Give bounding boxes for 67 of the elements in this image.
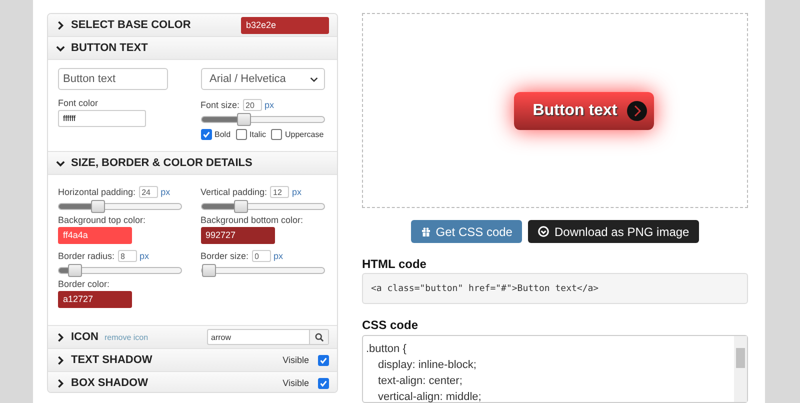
slider-thumb[interactable] xyxy=(237,113,252,126)
font-size-slider[interactable] xyxy=(200,116,324,123)
icon-search-field[interactable]: arrow xyxy=(207,329,329,345)
section-title[interactable]: TEXT SHADOW xyxy=(71,354,152,366)
font-family-select[interactable]: Arial / Helvetica xyxy=(200,68,324,90)
visible-label: Visible xyxy=(282,378,309,388)
html-code-box: <a class="button" href="#">Button text</a> xyxy=(362,273,748,304)
slider[interactable] xyxy=(200,203,324,210)
scrollbar[interactable] xyxy=(734,336,747,402)
arrow-circle-icon xyxy=(627,100,648,120)
field-label: Background top color: xyxy=(58,215,147,225)
number-field[interactable]: 12 xyxy=(270,186,290,198)
unit-label: px xyxy=(160,187,170,197)
field-label: Border radius: xyxy=(58,251,115,261)
section-title[interactable]: SELECT BASE COLOR xyxy=(71,19,191,31)
code-line: .button { xyxy=(366,342,408,357)
field-label: Horizontal padding: xyxy=(58,187,136,197)
checkbox-label: Italic xyxy=(250,130,266,139)
section-title[interactable]: ICON xyxy=(71,331,98,343)
color-field[interactable]: 992727 xyxy=(200,227,274,244)
action-button[interactable]: Download as PNG image xyxy=(528,220,700,243)
section-title[interactable]: BOX SHADOW xyxy=(71,377,148,389)
font-size-field[interactable]: 20 xyxy=(242,99,262,111)
preview-button[interactable]: Button text xyxy=(514,92,654,130)
search-icon xyxy=(314,332,324,342)
slider-thumb[interactable] xyxy=(202,264,216,277)
checkbox-label: Bold xyxy=(214,130,231,139)
button-text-field[interactable]: Button text xyxy=(58,68,168,90)
checkbox[interactable] xyxy=(270,129,282,140)
slider[interactable] xyxy=(58,267,182,274)
slider-thumb[interactable] xyxy=(91,200,106,213)
unit-label: px xyxy=(274,251,284,261)
section-heading: CSS code xyxy=(362,318,420,332)
code-line: vertical-align: middle; xyxy=(377,390,482,403)
field-label: Border color: xyxy=(58,279,111,289)
code-line: text-align: center; xyxy=(377,374,464,389)
section-title[interactable]: BUTTON TEXT xyxy=(71,42,148,54)
caret-icon xyxy=(310,76,318,82)
download-circle-icon xyxy=(538,226,550,237)
checkbox[interactable] xyxy=(236,129,247,140)
checkbox[interactable] xyxy=(318,354,329,366)
visible-label: Visible xyxy=(282,355,309,365)
slider[interactable] xyxy=(58,203,182,210)
number-field[interactable]: 24 xyxy=(138,186,158,198)
action-button[interactable]: Get CSS code xyxy=(410,220,522,243)
field-label: Vertical padding: xyxy=(200,187,268,197)
field-label: Background bottom color: xyxy=(200,215,304,225)
base-color-field[interactable]: b32e2e xyxy=(241,16,329,34)
section-heading: HTML code xyxy=(362,257,428,271)
gift-icon xyxy=(420,226,431,236)
unit-label: px xyxy=(264,100,274,110)
color-field[interactable]: a12727 xyxy=(58,291,132,308)
checkbox-label: Uppercase xyxy=(284,130,324,139)
slider-thumb[interactable] xyxy=(234,200,248,213)
font-color-field[interactable]: ffffff xyxy=(58,110,146,127)
field-label: Border size: xyxy=(200,251,249,261)
unit-label: px xyxy=(292,187,302,197)
unit-label: px xyxy=(140,251,150,261)
slider-thumb[interactable] xyxy=(68,264,82,277)
number-field[interactable]: 0 xyxy=(252,250,271,262)
checkbox[interactable] xyxy=(200,129,212,140)
number-field[interactable]: 8 xyxy=(118,250,137,262)
slider[interactable] xyxy=(200,267,324,274)
checkbox[interactable] xyxy=(318,378,329,388)
code-line: display: inline-block; xyxy=(377,358,478,373)
field-label: Font color xyxy=(58,98,100,108)
field-label: Font size: xyxy=(200,100,240,110)
